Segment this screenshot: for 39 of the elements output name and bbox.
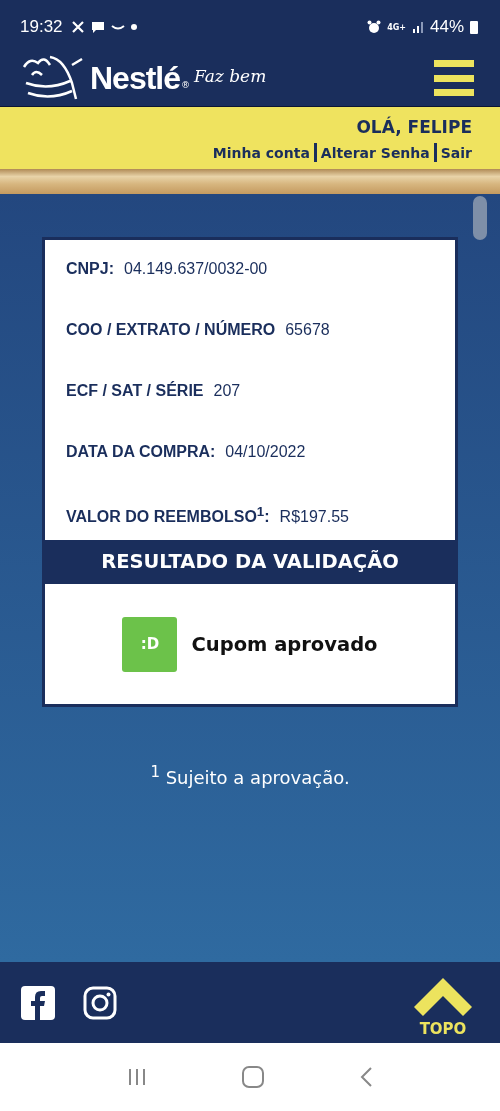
- field-label: CNPJ:: [66, 260, 114, 278]
- field-label: ECF / SAT / SÉRIE: [66, 382, 204, 400]
- back-icon[interactable]: [358, 1066, 373, 1088]
- footnote: $^{1}$ Sujeito a aprovação.: [150, 763, 350, 789]
- field-value: 04/10/2022: [225, 443, 306, 461]
- battery-label: 44%: [429, 17, 464, 37]
- result-text: Cupom aprovado: [191, 632, 378, 656]
- field-value: 65678: [285, 321, 330, 339]
- account-link[interactable]: Alterar Senha: [320, 144, 430, 161]
- chevron-up-icon: [414, 977, 472, 1016]
- greeting: OLÁ, FELIPE: [356, 117, 472, 137]
- alarm-icon: [367, 20, 382, 34]
- menu-icon[interactable]: [434, 60, 474, 96]
- field-label: VALOR DO REEMBOLSO$^{1}$:: [66, 504, 270, 527]
- field-value: R$197.55: [279, 508, 349, 527]
- field-value: 207: [213, 382, 241, 400]
- account-link[interactable]: Sair: [440, 144, 472, 161]
- tagline: Faz bem: [194, 66, 267, 86]
- field-label: COO / EXTRATO / NÚMERO: [66, 321, 276, 339]
- scroll-handle[interactable]: [473, 196, 487, 240]
- tools-icon: [70, 20, 85, 34]
- facebook-icon[interactable]: [21, 985, 55, 1020]
- back-to-top-button[interactable]: TOPO: [414, 977, 472, 1038]
- status-time: 19:32: [20, 17, 63, 37]
- chat-icon: [90, 20, 105, 34]
- status-badge: :D: [122, 616, 178, 672]
- account-link[interactable]: Minha conta: [212, 144, 310, 161]
- registered-mark: ®: [181, 80, 191, 90]
- recent-apps-icon[interactable]: [127, 1067, 148, 1087]
- instagram-icon[interactable]: [83, 985, 117, 1020]
- network-label: 4G+: [387, 22, 406, 32]
- signal-icon: [411, 21, 424, 33]
- brand-logo: Nestlé: [90, 59, 181, 97]
- result-title: RESULTADO DA VALIDAÇÃO: [45, 540, 455, 585]
- home-icon[interactable]: [242, 1066, 264, 1088]
- field-value: 04.149.637/0032-00: [124, 260, 268, 278]
- field-label: DATA DA COMPRA:: [66, 443, 216, 461]
- battery-icon: [470, 20, 478, 34]
- dot-icon: [130, 24, 137, 30]
